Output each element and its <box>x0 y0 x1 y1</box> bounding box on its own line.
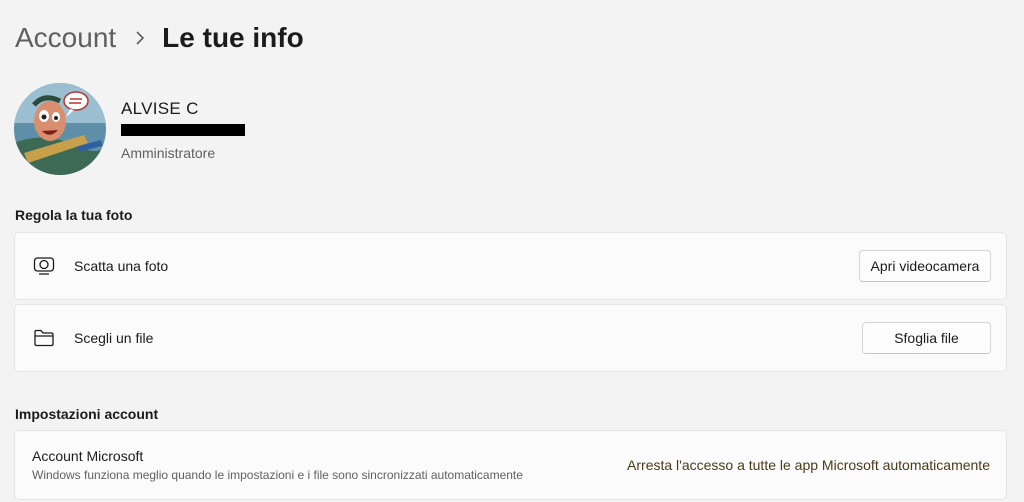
redacted-email <box>121 124 245 136</box>
section-title-photo: Regola la tua foto <box>15 207 133 223</box>
user-name: ALVISE C <box>121 99 199 118</box>
chevron-right-icon <box>126 31 154 45</box>
choose-file-label: Scegli un file <box>74 330 154 346</box>
folder-icon <box>33 327 55 349</box>
browse-files-button[interactable]: Sfoglia file <box>862 322 991 354</box>
camera-icon <box>33 255 55 277</box>
breadcrumb: Account Le tue info <box>15 18 304 58</box>
stop-auto-signin-link[interactable]: Arresta l'accesso a tutte le app Microso… <box>627 457 990 473</box>
microsoft-account-text: Account Microsoft Windows funziona megli… <box>32 448 523 482</box>
section-title-account: Impostazioni account <box>15 406 159 422</box>
avatar <box>14 83 106 175</box>
user-role: Amministratore <box>121 145 216 161</box>
profile-header: ALVISE C Amministratore <box>14 83 245 175</box>
open-camera-button[interactable]: Apri videocamera <box>859 250 991 282</box>
choose-file-card: Scegli un file Sfoglia file <box>14 304 1007 372</box>
microsoft-account-title: Account Microsoft <box>32 448 144 464</box>
microsoft-account-card: Account Microsoft Windows funziona megli… <box>14 430 1007 500</box>
take-photo-label: Scatta una foto <box>74 258 169 274</box>
microsoft-account-description: Windows funziona meglio quando le impost… <box>32 468 523 482</box>
take-photo-card: Scatta una foto Apri videocamera <box>14 232 1007 300</box>
breadcrumb-account-link[interactable]: Account <box>15 22 116 54</box>
page-title: Le tue info <box>162 22 304 53</box>
